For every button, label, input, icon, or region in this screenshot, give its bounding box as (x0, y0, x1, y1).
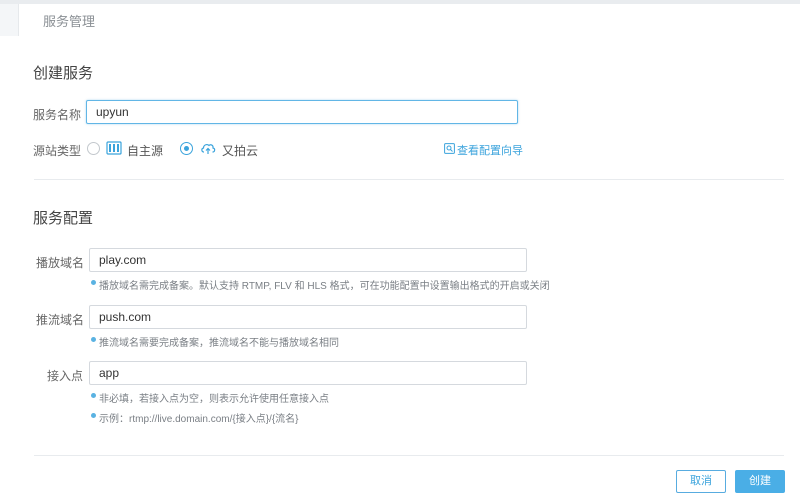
access-point-label: 接入点 (47, 369, 84, 383)
play-domain-input[interactable] (89, 248, 527, 272)
service-name-label: 服务名称 (33, 108, 82, 122)
section-divider (34, 179, 784, 180)
view-config-guide-link[interactable]: 查看配置向导 (457, 142, 523, 158)
cancel-button[interactable]: 取消 (676, 470, 726, 493)
create-button[interactable]: 创建 (735, 470, 785, 493)
access-point-hint: 非必填，若接入点为空，则表示允许使用任意接入点 (99, 394, 329, 405)
push-domain-input[interactable] (89, 305, 527, 329)
hint-bullet (91, 280, 96, 285)
play-domain-label: 播放域名 (36, 256, 85, 270)
server-rack-icon (106, 141, 122, 155)
self-origin-label[interactable]: 自主源 (127, 142, 163, 159)
source-type-label: 源站类型 (33, 144, 82, 158)
service-config-heading: 服务配置 (33, 210, 94, 227)
service-name-input[interactable] (86, 100, 518, 124)
hint-bullet (91, 413, 96, 418)
radio-upyun[interactable] (180, 142, 193, 155)
guide-icon[interactable] (444, 143, 455, 154)
hint-bullet (91, 337, 96, 342)
create-service-heading: 创建服务 (33, 65, 94, 82)
play-domain-hint: 播放域名需完成备案。默认支持 RTMP, FLV 和 HLS 格式，可在功能配置… (99, 281, 550, 292)
radio-self-origin[interactable] (87, 142, 100, 155)
access-point-example: 示例：rtmp://live.domain.com/{接入点}/{流名} (99, 414, 299, 425)
upyun-label[interactable]: 又拍云 (222, 142, 258, 159)
top-bar: 服务管理 (0, 0, 800, 36)
top-bar-panel: 服务管理 (18, 4, 800, 36)
push-domain-label: 推流域名 (36, 313, 85, 327)
footer-divider (34, 455, 784, 456)
hint-bullet (91, 393, 96, 398)
page-title: 服务管理 (43, 14, 96, 29)
cloud-upload-icon (201, 144, 216, 154)
push-domain-hint: 推流域名需要完成备案，推流域名不能与播放域名相同 (99, 338, 339, 349)
access-point-input[interactable] (89, 361, 527, 385)
